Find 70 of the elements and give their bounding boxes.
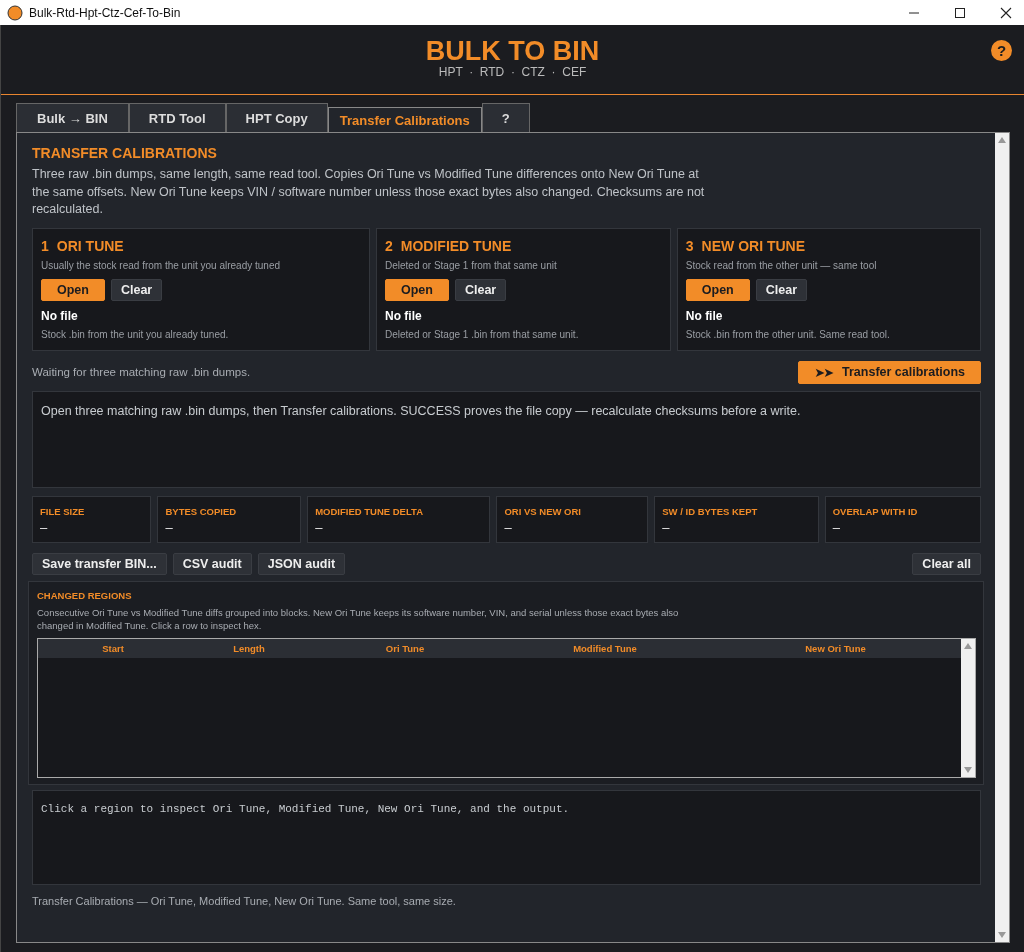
footer-text: Transfer Calibrations — Ori Tune, Modified Tune, New Ori Tune. Same tool, same size.: [32, 894, 457, 907]
card-title: NEW ORI TUNE: [701, 237, 806, 254]
app-subtitle: HPT · RTD · CTZ · CEF: [438, 64, 587, 79]
card-title: ORI TUNE: [56, 237, 124, 254]
metric-label: ORI VS NEW ORI: [504, 505, 582, 517]
clear-button[interactable]: Clear: [110, 278, 163, 301]
file-detail: Deleted or Stage 1 .bin from that same unit.: [385, 328, 580, 340]
column-header[interactable]: Ori Tune: [310, 642, 500, 654]
file-status: No file: [385, 308, 423, 323]
scroll-down-icon[interactable]: [964, 766, 972, 773]
regions-title: CHANGED REGIONS: [37, 589, 133, 601]
window-title: Bulk-Rtd-Hpt-Ctz-Cef-To-Bin: [29, 5, 181, 20]
metric-label: SW / ID BYTES KEPT: [662, 505, 759, 517]
file-status: No file: [41, 308, 79, 323]
open-button[interactable]: Open: [685, 278, 750, 301]
tab[interactable]: Bulk → BIN: [16, 103, 129, 132]
scrollbar[interactable]: [995, 133, 1009, 942]
file-detail: Stock .bin from the other unit. Same read tool.: [685, 328, 891, 340]
metric-label: BYTES COPIED: [165, 505, 238, 517]
action-button[interactable]: Save transfer BIN...: [32, 552, 167, 575]
metric-value: –: [832, 519, 841, 535]
maximize-icon[interactable]: [954, 6, 966, 19]
metric-label: OVERLAP WITH ID: [832, 505, 919, 517]
card-hint: Stock read from the other unit — same tool: [685, 259, 878, 271]
app-title: BULK TO BIN: [425, 36, 600, 65]
column-header[interactable]: New Ori Tune: [710, 642, 961, 654]
help-button[interactable]: ?: [991, 40, 1012, 61]
step-number: 3: [685, 237, 694, 254]
column-header[interactable]: Start: [38, 642, 188, 654]
tab[interactable]: ?: [481, 103, 530, 132]
step-number: 2: [385, 237, 393, 254]
open-button[interactable]: Open: [41, 278, 105, 301]
column-header[interactable]: Length: [188, 642, 310, 654]
file-status: No file: [685, 308, 724, 323]
metric-value: –: [315, 519, 324, 535]
metric-value: –: [165, 519, 174, 535]
card-hint: Deleted or Stage 1 from that same unit: [385, 259, 558, 271]
regions-description: Consecutive Ori Tune vs Modified Tune diffs grouped into blocks. New Ori Tune keeps its software number, VIN, and serial unless those exact bytes also changed in Modified Tune. Click a row to inspect hex.: [37, 605, 680, 632]
clear-button[interactable]: Clear: [454, 278, 507, 301]
card-title: MODIFIED TUNE: [400, 237, 512, 254]
app-icon: [7, 4, 23, 21]
log-text: Open three matching raw .bin dumps, then Transfer calibrations. SUCCESS proves the file copy — recalculate checksums before a write.: [41, 403, 801, 418]
close-icon[interactable]: [1000, 6, 1012, 19]
status-text: Waiting for three matching raw .bin dumps.: [32, 366, 251, 378]
transfer-button[interactable]: ➤➤ Transfer calibrations: [798, 360, 981, 384]
scroll-up-icon[interactable]: [964, 642, 972, 649]
action-button[interactable]: CSV audit: [172, 552, 252, 575]
clear-all-button[interactable]: Clear all: [912, 552, 981, 575]
column-header[interactable]: Modified Tune: [500, 642, 710, 654]
metric-label: MODIFIED TUNE DELTA: [315, 505, 424, 517]
section-title: TRANSFER CALIBRATIONS: [32, 145, 218, 161]
metric-label: FILE SIZE: [40, 505, 86, 517]
action-button[interactable]: JSON audit: [257, 552, 346, 575]
file-detail: Stock .bin from the unit you already tuned.: [41, 328, 230, 340]
tab[interactable]: HPT Copy: [225, 103, 328, 132]
step-number: 1: [41, 237, 49, 254]
metric-value: –: [504, 519, 513, 535]
tab[interactable]: RTD Tool: [128, 103, 226, 132]
scroll-down-icon[interactable]: [998, 932, 1006, 938]
card-hint: Usually the stock read from the unit you already tuned: [41, 259, 282, 271]
tab[interactable]: Transfer Calibrations: [327, 107, 482, 132]
section-description: Three raw .bin dumps, same length, same read tool. Copies Ori Tune vs Modified Tune differences onto New Ori Tune at the same offsets. New Ori Tune keeps VIN / software number unless those exact bytes also changed. Checksums are not recalculated.: [32, 166, 706, 218]
metric-value: –: [662, 519, 671, 535]
metric-value: –: [40, 519, 49, 535]
scroll-up-icon[interactable]: [998, 137, 1006, 143]
double-arrow-icon: ➤➤: [814, 364, 833, 380]
open-button[interactable]: Open: [385, 278, 449, 301]
clear-button[interactable]: Clear: [755, 278, 808, 301]
scrollbar[interactable]: [961, 638, 975, 777]
inspector-text: Click a region to inspect Ori Tune, Modified Tune, New Ori Tune, and the output.: [41, 802, 570, 815]
